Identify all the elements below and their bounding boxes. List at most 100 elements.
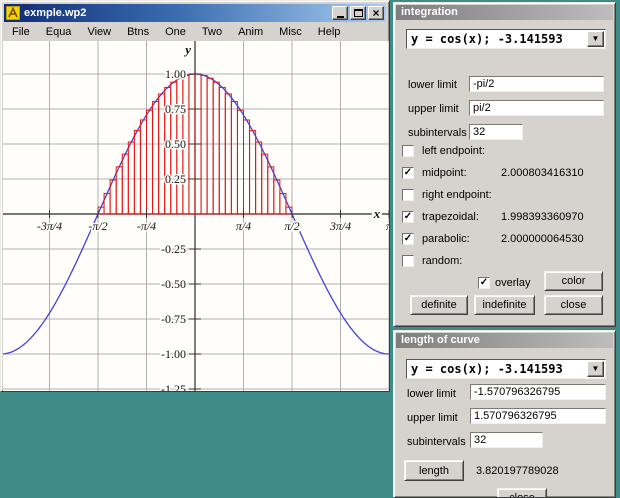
integration-titlebar[interactable]: integration <box>396 5 613 20</box>
y-tick-label: -0.75 <box>161 312 186 326</box>
x-tick-label: 3π/4 <box>329 219 351 233</box>
x-tick-label: -3π/4 <box>37 219 62 233</box>
right-endpoint-label: right endpoint: <box>422 189 492 201</box>
length-lower-limit-input[interactable] <box>470 384 606 400</box>
definite-button[interactable]: definite <box>410 295 468 315</box>
integration-equation-text: y = cos(x); -3.141593 <box>411 32 563 46</box>
menu-one[interactable]: One <box>157 24 194 40</box>
riemann-rect <box>139 119 148 215</box>
integration-equation-combo[interactable]: y = cos(x); -3.141593 ▼ <box>406 29 606 49</box>
maximize-icon <box>353 9 363 17</box>
overlay-label: overlay <box>495 277 531 289</box>
length-value: 3.820197789028 <box>476 465 559 477</box>
close-icon: × <box>372 6 380 20</box>
random-checkbox[interactable] <box>402 255 414 267</box>
y-tick-label: -0.50 <box>161 277 186 291</box>
parabolic-label: parabolic: <box>422 233 470 245</box>
y-tick-label: -1.00 <box>161 347 186 361</box>
right-endpoint-checkbox[interactable] <box>402 189 414 201</box>
minimize-button[interactable] <box>332 6 348 20</box>
riemann-rect <box>158 93 166 215</box>
length-equation-text: y = cos(x); -3.141593 <box>411 362 563 376</box>
y-tick-label: 0.50 <box>165 137 186 151</box>
x-tick-label: π <box>386 219 389 233</box>
minimize-icon <box>336 15 344 18</box>
menu-help[interactable]: Help <box>310 24 349 40</box>
integration-lower-limit-label: lower limit <box>408 79 457 91</box>
riemann-rect <box>152 101 160 215</box>
length-button[interactable]: length <box>404 460 464 481</box>
chevron-down-icon[interactable]: ▼ <box>587 361 604 377</box>
y-tick-label: 0.25 <box>165 172 186 186</box>
riemann-rect <box>261 153 269 215</box>
riemann-rect <box>224 93 232 215</box>
length-subintervals-input[interactable] <box>470 432 543 448</box>
menu-misc[interactable]: Misc <box>271 24 310 40</box>
y-tick-label: 1.00 <box>165 67 186 81</box>
left-endpoint-label: left endpoint: <box>422 145 485 157</box>
riemann-rect <box>212 81 220 215</box>
y-tick-label: -1.25 <box>161 382 186 391</box>
y-axis-label: y <box>183 42 191 57</box>
color-button[interactable]: color <box>544 271 603 291</box>
maximize-button[interactable] <box>350 6 366 20</box>
riemann-rect <box>267 166 275 215</box>
close-button[interactable]: × <box>368 6 384 20</box>
integration-close-button[interactable]: close <box>544 295 603 315</box>
left-endpoint-checkbox[interactable] <box>402 145 414 157</box>
menu-equa[interactable]: Equa <box>38 24 80 40</box>
length-subintervals-label: subintervals <box>407 436 466 448</box>
integration-upper-limit-label: upper limit <box>408 103 459 115</box>
x-tick-label: π/4 <box>236 219 251 233</box>
length-equation-combo[interactable]: y = cos(x); -3.141593 ▼ <box>406 359 606 379</box>
midpoint-checkbox[interactable]: ✓ <box>402 167 414 179</box>
integration-upper-limit-input[interactable] <box>469 100 604 116</box>
riemann-rect <box>133 130 141 215</box>
indefinite-button[interactable]: indefinite <box>474 295 535 315</box>
window-title: exmple.wp2 <box>24 7 87 19</box>
riemann-rect <box>218 86 226 215</box>
app-icon <box>6 6 20 20</box>
overlay-checkbox[interactable]: ✓ <box>478 277 490 289</box>
length-upper-limit-input[interactable] <box>470 408 606 424</box>
integration-lower-limit-input[interactable] <box>469 76 604 92</box>
integration-panel: integration y = cos(x); -3.141593 ▼ lowe… <box>393 2 616 327</box>
trapezoidal-checkbox[interactable]: ✓ <box>402 211 414 223</box>
trapezoidal-value: 1.998393360970 <box>501 211 584 223</box>
riemann-rect <box>103 192 111 215</box>
riemann-rect <box>121 153 129 215</box>
menu-btns[interactable]: Btns <box>119 24 157 40</box>
x-tick-label: -π/4 <box>137 219 156 233</box>
integration-subintervals-label: subintervals <box>408 127 467 139</box>
midpoint-label: midpoint: <box>422 167 467 179</box>
length-titlebar[interactable]: length of curve <box>396 333 613 348</box>
length-upper-limit-label: upper limit <box>407 412 458 424</box>
length-of-curve-panel: length of curve y = cos(x); -3.141593 ▼ … <box>393 330 616 498</box>
riemann-rect <box>146 109 154 215</box>
riemann-rect <box>127 141 135 215</box>
riemann-rect <box>249 130 257 215</box>
menu-view[interactable]: View <box>79 24 119 40</box>
integration-subintervals-input[interactable] <box>469 124 523 140</box>
menu-bar: File Equa View Btns One Two Anim Misc Help <box>4 23 386 41</box>
length-close-button[interactable]: close <box>497 488 547 497</box>
parabolic-value: 2.000000064530 <box>501 233 584 245</box>
midpoint-value: 2.000803416310 <box>501 167 584 179</box>
parabolic-checkbox[interactable]: ✓ <box>402 233 414 245</box>
menu-two[interactable]: Two <box>194 24 230 40</box>
chevron-down-icon[interactable]: ▼ <box>587 31 604 47</box>
graph-svg: -3π/4 -π/2 -π/4 π/4 π/2 3π/4 π 1.00 0.75 0.50 0.25… <box>3 41 389 391</box>
trapezoidal-label: trapezoidal: <box>422 211 479 223</box>
riemann-rect <box>200 75 208 215</box>
menu-file[interactable]: File <box>4 24 38 40</box>
riemann-rect <box>255 141 263 215</box>
x-tick-label: π/2 <box>284 219 299 233</box>
main-titlebar[interactable]: exmple.wp2 × <box>4 4 386 22</box>
random-label: random: <box>422 255 463 267</box>
graph-area[interactable]: -3π/4 -π/2 -π/4 π/4 π/2 3π/4 π 1.00 0.75 0.50 0.25… <box>3 41 389 391</box>
menu-anim[interactable]: Anim <box>230 24 271 40</box>
riemann-rect <box>243 119 251 215</box>
y-tick-label: 0.75 <box>165 102 186 116</box>
main-window: exmple.wp2 × File Equa View Btns One Two Anim M… <box>0 0 390 392</box>
riemann-rect <box>115 166 123 215</box>
